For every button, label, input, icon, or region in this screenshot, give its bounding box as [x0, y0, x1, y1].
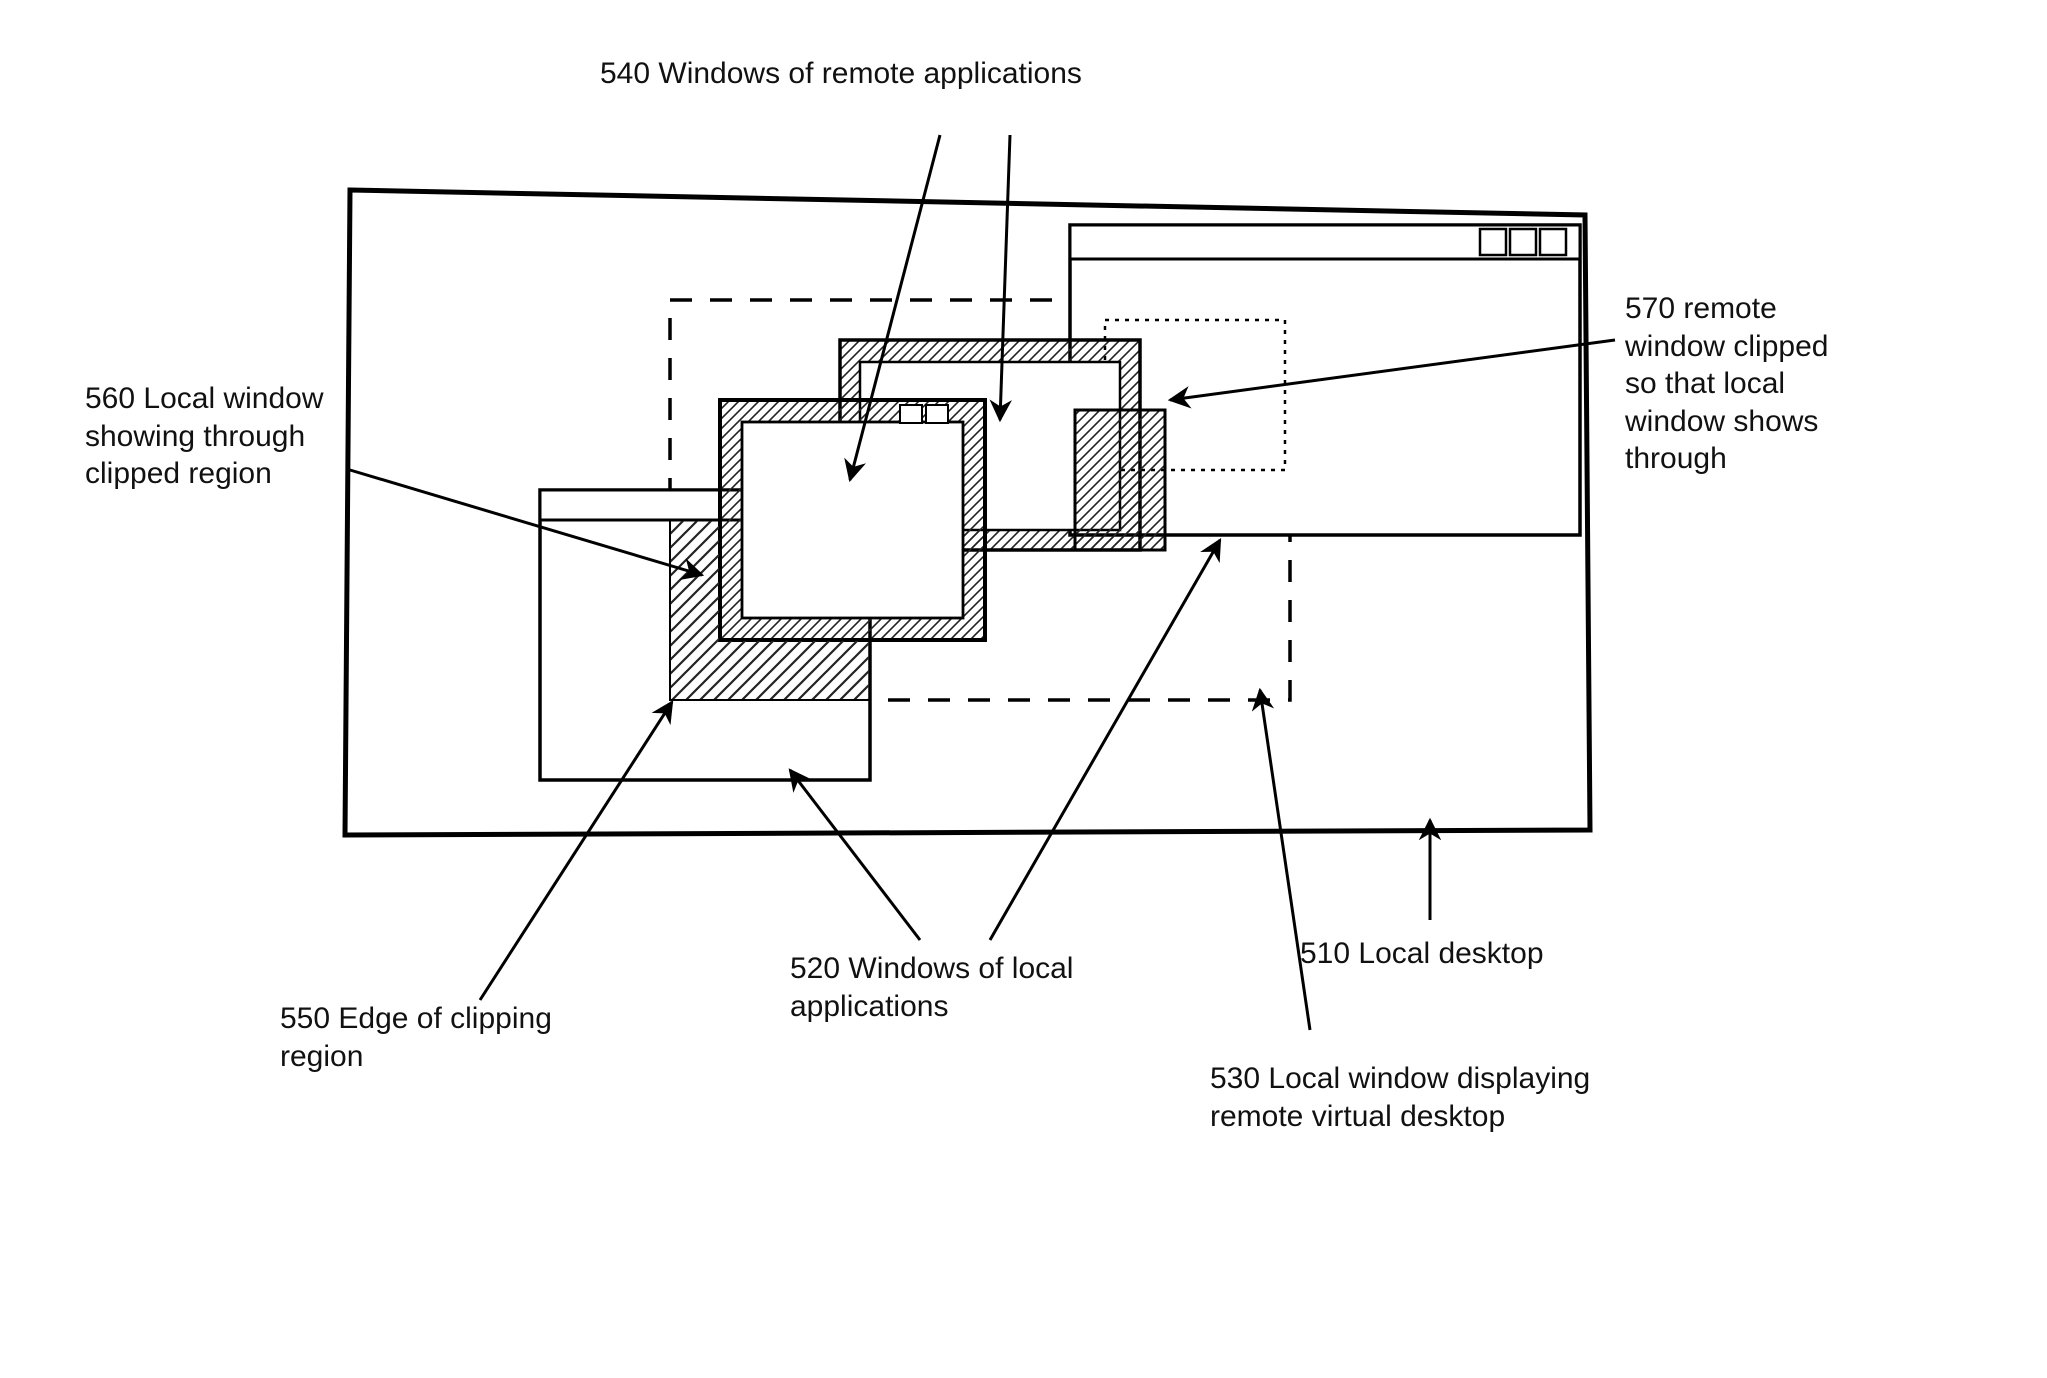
label-570: 570 remote window clipped so that local … [1625, 290, 1965, 478]
remote-window-back-extension [1075, 410, 1165, 550]
label-550: 550 Edge of clipping region [280, 1000, 700, 1075]
label-530: 530 Local window displaying remote virtu… [1210, 1060, 1850, 1135]
label-560: 560 Local window showing through clipped… [85, 380, 385, 493]
label-540: 540 Windows of remote applications [600, 55, 1420, 93]
remote-window-front [720, 400, 985, 640]
arrow-520-left [790, 770, 920, 940]
label-520: 520 Windows of local applications [790, 950, 1210, 1025]
arrow-520-right [990, 540, 1220, 940]
arrow-530 [1260, 690, 1310, 1030]
diagram-svg [0, 0, 2047, 1378]
label-510: 510 Local desktop [1300, 935, 1720, 973]
diagram: 540 Windows of remote applications 560 L… [0, 0, 2047, 1378]
